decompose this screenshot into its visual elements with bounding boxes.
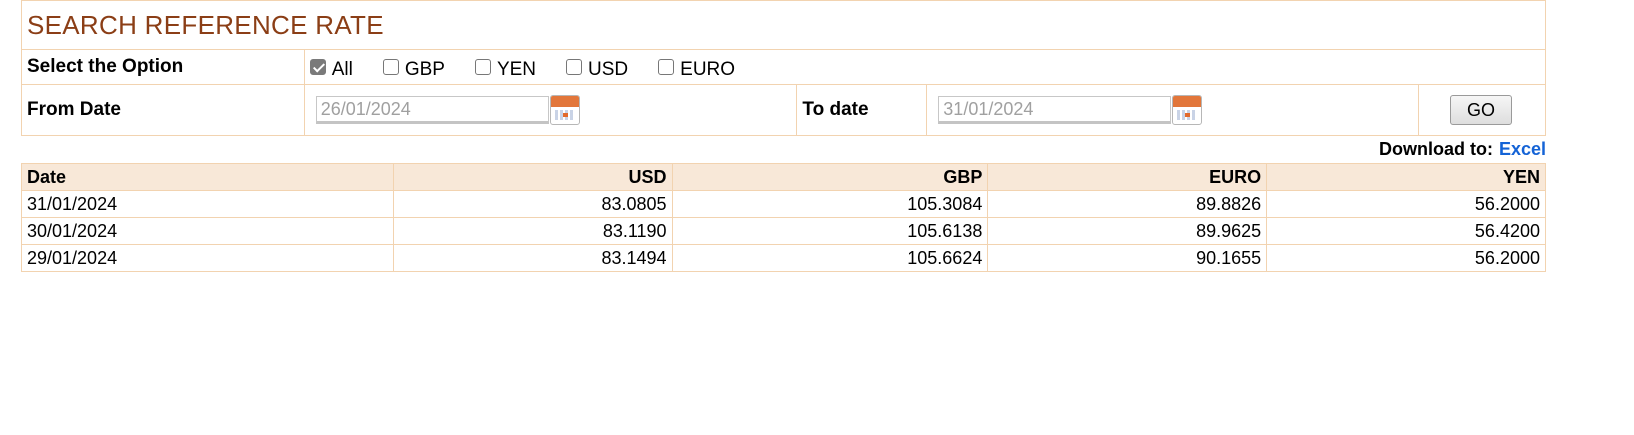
download-bar: Download to: Excel <box>1379 139 1546 160</box>
calendar-icon[interactable] <box>1172 95 1203 125</box>
option-euro-label: EURO <box>680 59 736 80</box>
header-date: Date <box>21 163 394 191</box>
calendar-icon[interactable] <box>549 95 580 125</box>
option-yen-label: YEN <box>496 59 537 80</box>
cell-yen: 56.2000 <box>1266 244 1546 272</box>
cell-gbp: 105.3084 <box>671 190 989 218</box>
option-usd-label: USD <box>588 59 629 80</box>
header-gbp: GBP <box>671 163 989 191</box>
cell-yen: 56.2000 <box>1266 190 1546 218</box>
cell-date: 30/01/2024 <box>21 217 394 245</box>
checkbox-euro[interactable] <box>658 59 675 75</box>
table-header-row: Date USD GBP EURO YEN <box>21 163 1546 191</box>
cell-euro: 90.1655 <box>987 244 1268 272</box>
rates-table: Date USD GBP EURO YEN 31/01/2024 83.0805… <box>21 163 1546 272</box>
option-all[interactable]: All <box>309 59 353 81</box>
cell-euro: 89.8826 <box>987 190 1268 218</box>
currency-options: All GBP YEN USD EURO <box>309 53 1540 81</box>
search-form: SEARCH REFERENCE RATE Select the Option … <box>21 0 1547 136</box>
checkbox-gbp[interactable] <box>382 59 399 75</box>
cell-usd: 83.1190 <box>392 217 673 245</box>
cell-gbp: 105.6624 <box>671 244 989 272</box>
cell-gbp: 105.6138 <box>671 217 989 245</box>
option-label: Select the Option <box>21 49 305 85</box>
header-usd: USD <box>392 163 673 191</box>
cell-date: 31/01/2024 <box>21 190 394 218</box>
from-date-input[interactable] <box>315 96 549 124</box>
cell-date: 29/01/2024 <box>21 244 394 272</box>
go-button[interactable]: GO <box>1450 95 1512 125</box>
option-euro[interactable]: EURO <box>658 59 735 81</box>
table-row: 29/01/2024 83.1494 105.6624 90.1655 56.2… <box>21 244 1546 272</box>
header-yen: YEN <box>1266 163 1546 191</box>
to-date-label: To date <box>796 84 928 136</box>
to-date-input[interactable] <box>938 96 1172 124</box>
download-label: Download to: <box>1378 139 1493 159</box>
table-row: 31/01/2024 83.0805 105.3084 89.8826 56.2… <box>21 190 1546 218</box>
header-euro: EURO <box>987 163 1268 191</box>
table-row: 30/01/2024 83.1190 105.6138 89.9625 56.4… <box>21 217 1546 245</box>
cell-usd: 83.1494 <box>392 244 673 272</box>
cell-euro: 89.9625 <box>987 217 1268 245</box>
from-date-label: From Date <box>21 84 305 136</box>
cell-yen: 56.4200 <box>1266 217 1546 245</box>
option-gbp-label: GBP <box>404 59 445 80</box>
excel-link[interactable]: Excel <box>1499 139 1546 159</box>
checkbox-yen[interactable] <box>474 59 491 75</box>
checkbox-usd[interactable] <box>566 59 583 75</box>
cell-usd: 83.0805 <box>392 190 673 218</box>
checkbox-all[interactable] <box>309 59 326 75</box>
page-title: SEARCH REFERENCE RATE <box>21 0 1546 50</box>
option-all-label: All <box>331 59 353 80</box>
option-yen[interactable]: YEN <box>474 59 537 81</box>
option-usd[interactable]: USD <box>566 59 628 81</box>
option-gbp[interactable]: GBP <box>382 59 445 81</box>
